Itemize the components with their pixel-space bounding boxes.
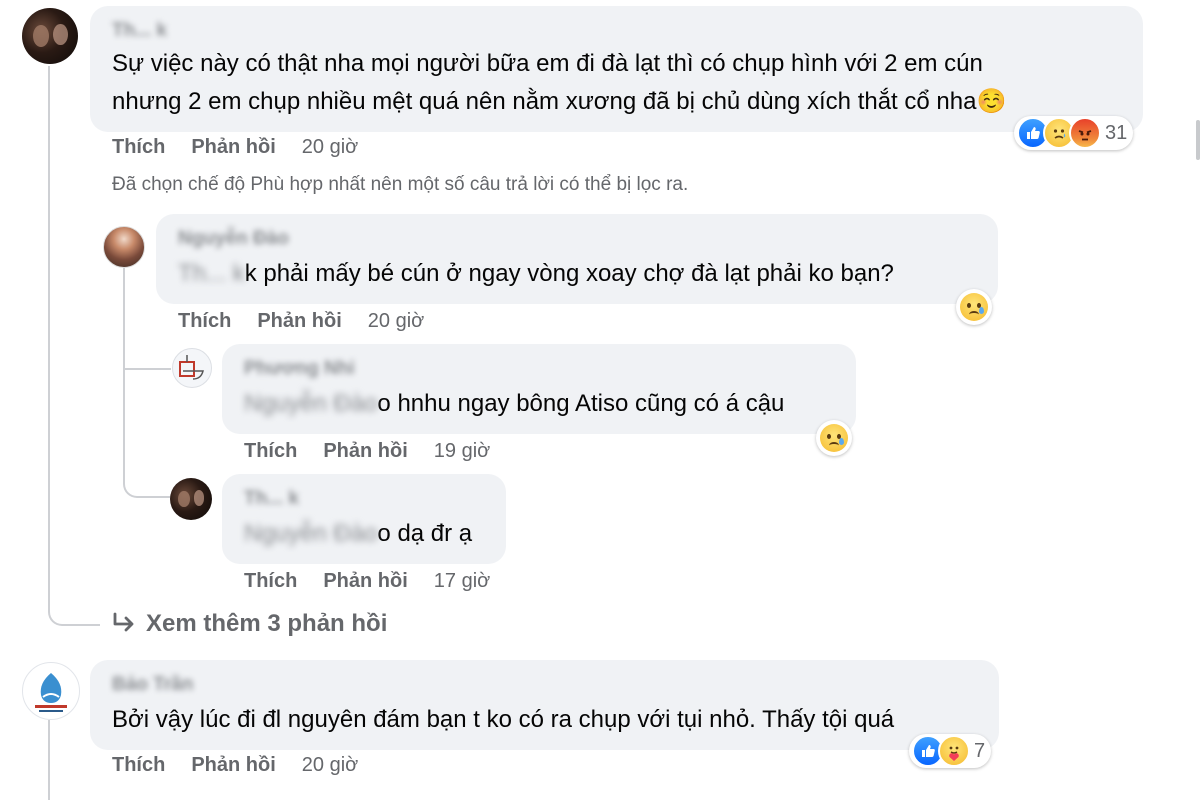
reply-text-body: o hnhu ngay bông Atiso cũng có á cậu [377, 390, 785, 417]
reply-text: Th... kk phải mấy bé cún ở ngay vòng xoa… [178, 256, 894, 292]
thread-line-main [48, 66, 100, 626]
reply-button[interactable]: Phản hồi [191, 136, 275, 158]
avatar[interactable] [22, 8, 78, 64]
smile-emoji: ☺️ [976, 88, 1007, 115]
mention[interactable]: Nguyễn Đào [244, 520, 377, 547]
thread-line-next [48, 720, 50, 800]
comment-text-line2: nhưng 2 em chụp nhiều mệt quá nên nằm xư… [112, 84, 1006, 120]
like-button[interactable]: Thích [178, 310, 231, 332]
reaction-count: 31 [1105, 121, 1128, 144]
comment-text-line2-body: nhưng 2 em chụp nhiều mệt quá nên nằm xư… [112, 88, 977, 115]
sad-icon [960, 293, 988, 321]
reaction-summary[interactable] [816, 420, 852, 456]
like-button[interactable]: Thích [244, 570, 297, 592]
logo-icon [179, 355, 204, 380]
like-button[interactable]: Thích [112, 754, 165, 776]
reply-text-body: o dạ đr ạ [377, 520, 473, 547]
thread-line-reply-level1 [123, 268, 173, 498]
reply-author[interactable]: Nguyễn Đào [178, 228, 289, 250]
comment-actions: Thích Phản hồi 20 giờ [112, 754, 358, 777]
reply-arrow-icon [113, 612, 134, 632]
organization-logo-icon [35, 673, 67, 712]
timestamp[interactable]: 19 giờ [434, 440, 490, 462]
reply-author[interactable]: Th... k [244, 488, 299, 510]
view-more-replies-label: Xem thêm 3 phản hồi [146, 610, 388, 637]
thread-line-reply-branch [123, 360, 171, 370]
reply-actions: Thích Phản hồi 20 giờ [178, 310, 424, 333]
reply-actions: Thích Phản hồi 17 giờ [244, 570, 490, 593]
reply-button[interactable]: Phản hồi [257, 310, 341, 332]
reaction-summary[interactable]: 31 [1014, 116, 1134, 150]
reply-text: Nguyễn Đàoo hnhu ngay bông Atiso cũng có… [244, 386, 784, 422]
scrollbar[interactable] [1196, 120, 1200, 160]
angry-icon [1069, 117, 1101, 149]
reply-author[interactable]: Phương Nhi [244, 358, 355, 380]
avatar[interactable] [103, 226, 145, 268]
like-button[interactable]: Thích [244, 440, 297, 462]
avatar[interactable] [172, 348, 212, 388]
view-more-replies-link[interactable]: Xem thêm 3 phản hồi [112, 610, 387, 638]
timestamp[interactable]: 20 giờ [302, 754, 358, 776]
reply-button[interactable]: Phản hồi [191, 754, 275, 776]
sad-icon [820, 424, 848, 452]
care-icon [938, 735, 970, 767]
timestamp[interactable]: 20 giờ [368, 310, 424, 332]
like-button[interactable]: Thích [112, 136, 165, 158]
mention[interactable]: Nguyễn Đào [244, 390, 377, 417]
avatar[interactable] [170, 478, 212, 520]
reaction-summary[interactable]: 7 [909, 734, 992, 768]
filter-note: Đã chọn chế độ Phù hợp nhất nên một số c… [112, 174, 689, 195]
reaction-summary[interactable] [956, 289, 992, 325]
reply-text-body: k phải mấy bé cún ở ngay vòng xoay chợ đ… [244, 260, 894, 287]
comment-author[interactable]: Bảo Trần [112, 674, 193, 696]
timestamp[interactable]: 17 giờ [434, 570, 490, 592]
comment-actions: Thích Phản hồi 20 giờ [112, 136, 358, 159]
mention[interactable]: Th... k [178, 260, 245, 287]
reply-button[interactable]: Phản hồi [323, 570, 407, 592]
timestamp[interactable]: 20 giờ [302, 136, 358, 158]
reply-button[interactable]: Phản hồi [323, 440, 407, 462]
reply-actions: Thích Phản hồi 19 giờ [244, 440, 490, 463]
comment-text: Bởi vậy lúc đi đl nguyên đám bạn t ko có… [112, 706, 895, 733]
reaction-count: 7 [974, 739, 986, 762]
comment-author[interactable]: Th... k [112, 20, 167, 42]
avatar[interactable] [22, 662, 80, 720]
comment-text-line1: Sự việc này có thật nha mọi người bữa em… [112, 50, 983, 77]
reply-text: Nguyễn Đàoo dạ đr ạ [244, 516, 472, 552]
